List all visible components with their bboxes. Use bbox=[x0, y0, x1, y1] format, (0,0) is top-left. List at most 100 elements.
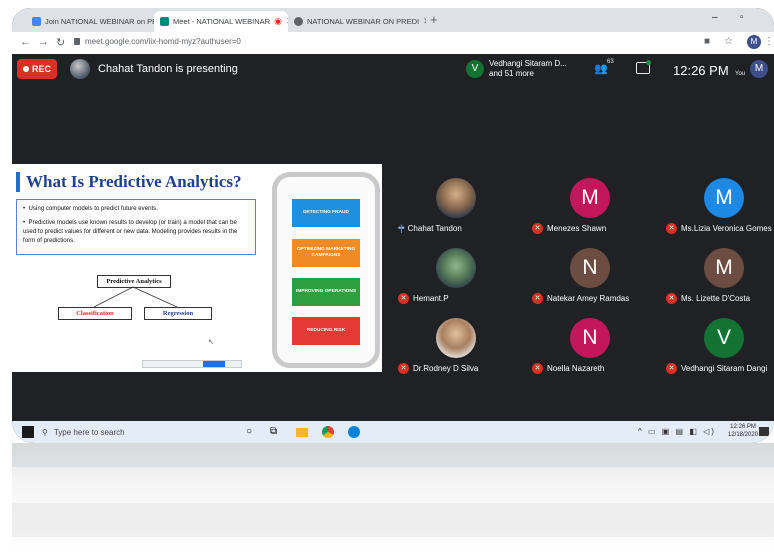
improving-operations-box: IMPROVING OPERATIONS bbox=[292, 278, 360, 306]
reflection-band bbox=[12, 503, 774, 537]
speaking-indicator-icon: •|• bbox=[398, 223, 405, 233]
rec-dot-icon bbox=[22, 66, 29, 72]
participants-text: Vedhangi Sitaram D... and 51 more bbox=[489, 59, 567, 78]
meet-top-bar: REC Chahat Tandon is presenting V Vedhan… bbox=[12, 54, 774, 84]
participant-label: ✕ Dr.Rodney D Silva bbox=[398, 363, 478, 374]
mic-muted-icon: ✕ bbox=[666, 363, 677, 374]
participant-tile[interactable]: ✕ Dr.Rodney D Silva bbox=[390, 308, 522, 376]
taskbar-clock[interactable]: 12:26 PM 12/18/2020 bbox=[728, 423, 758, 439]
back-arrow-icon[interactable]: ← bbox=[20, 36, 31, 48]
mic-muted-icon: ✕ bbox=[666, 293, 677, 304]
participant-label: ✕ Ms. Lizette D'Costa bbox=[666, 293, 750, 304]
participant-grid: •|• Chahat Tandon M ✕ Menezes Shawn M ✕ Ms.… bbox=[390, 168, 774, 378]
reload-icon[interactable]: ↻ bbox=[56, 36, 65, 49]
menu-dots-icon[interactable]: ⋮ bbox=[764, 36, 774, 47]
reflection-taskbar bbox=[12, 443, 774, 467]
participant-tile[interactable]: N ✕ Noella Nazareth bbox=[524, 308, 656, 376]
tab-label: NATIONAL WEBINAR ON PREDI bbox=[307, 17, 420, 26]
mic-muted-icon: ✕ bbox=[398, 293, 409, 304]
you-label: You bbox=[735, 71, 746, 77]
system-tray-icons[interactable]: ^ ▭ ▣ ▤ ◧ ◁) bbox=[638, 427, 716, 436]
participant-tile[interactable]: M ✕ Ms.Lizia Veronica Gomes bbox=[658, 168, 774, 236]
mic-muted-icon: ✕ bbox=[398, 363, 409, 374]
participants-summary[interactable]: V Vedhangi Sitaram D... and 51 more bbox=[466, 59, 567, 79]
participant-tile[interactable]: M ✕ Ms. Lizette D'Costa bbox=[658, 238, 774, 306]
participant-tile[interactable]: •|• Chahat Tandon bbox=[390, 168, 522, 236]
chrome-icon[interactable] bbox=[322, 426, 334, 438]
participant-label: ✕ Hemant.P bbox=[398, 293, 449, 304]
self-avatar[interactable]: M bbox=[750, 60, 768, 78]
recording-indicator-icon: ◉ bbox=[274, 16, 282, 26]
participant-photo bbox=[436, 248, 476, 288]
tab-meet[interactable]: Meet - NATIONAL WEBINAR ◉ ✕ bbox=[154, 11, 288, 32]
edge-icon[interactable] bbox=[348, 426, 360, 438]
participant-label: ✕ Ms.Lizia Veronica Gomes bbox=[666, 223, 772, 234]
task-view-icon[interactable]: ⧉ bbox=[270, 426, 282, 438]
participant-label: •|• Chahat Tandon bbox=[398, 223, 462, 233]
share-button-mini bbox=[203, 361, 225, 367]
participant-avatar: M bbox=[704, 178, 744, 218]
cortana-icon[interactable]: ○ bbox=[246, 426, 258, 438]
bookmark-star-icon[interactable]: ☆ bbox=[724, 36, 733, 47]
presentation-slide: What Is Predictive Analytics? • Using co… bbox=[12, 164, 382, 372]
use-cases-panel: DETECTING FRAUD OPTIMIZING MARKETING CAM… bbox=[272, 172, 380, 368]
participant-label: ✕ Noella Nazareth bbox=[532, 363, 604, 374]
windows-start-icon[interactable] bbox=[22, 426, 34, 438]
participant-avatar: M bbox=[704, 248, 744, 288]
reducing-risk-box: REDUCING RISK bbox=[292, 317, 360, 345]
tab-label: Join NATIONAL WEBINAR on PE bbox=[45, 17, 154, 26]
people-icon[interactable]: 👥 bbox=[594, 62, 608, 75]
globe-favicon-icon bbox=[294, 17, 303, 26]
maximize-icon[interactable]: ▫ bbox=[740, 12, 744, 23]
mic-muted-icon: ✕ bbox=[532, 223, 543, 234]
notification-icon[interactable] bbox=[759, 427, 769, 436]
participant-label: ✕ Menezes Shawn bbox=[532, 223, 606, 234]
participant-avatar: V bbox=[704, 318, 744, 358]
forward-arrow-icon[interactable]: → bbox=[38, 36, 49, 48]
minimize-icon[interactable]: – bbox=[712, 12, 718, 23]
new-tab-plus-icon[interactable]: + bbox=[430, 12, 438, 27]
tab-join-webinar[interactable]: Join NATIONAL WEBINAR on PE ✕ bbox=[26, 11, 154, 32]
rec-label: REC bbox=[31, 64, 51, 74]
chat-notification-dot bbox=[646, 60, 651, 65]
participant-photo bbox=[436, 178, 476, 218]
mic-muted-icon: ✕ bbox=[532, 363, 543, 374]
participant-tile[interactable]: M ✕ Menezes Shawn bbox=[524, 168, 656, 236]
participant-tile[interactable]: ✕ Hemant.P bbox=[390, 238, 522, 306]
url-text: meet.google.com/iix-homd-myz?authuser=0 bbox=[85, 37, 241, 46]
search-placeholder: Type here to search bbox=[53, 427, 125, 437]
participant-tile[interactable]: N ✕ Natekar Amey Ramdas bbox=[524, 238, 656, 306]
taskbar-search[interactable]: ⚲ Type here to search bbox=[42, 424, 232, 440]
participant-label: ✕ Natekar Amey Ramdas bbox=[532, 293, 629, 304]
recording-badge: REC bbox=[17, 59, 57, 79]
mic-muted-icon: ✕ bbox=[532, 293, 543, 304]
mic-muted-icon: ✕ bbox=[666, 223, 677, 234]
tab-label: Meet - NATIONAL WEBINAR bbox=[173, 17, 271, 26]
meet-favicon-icon bbox=[160, 17, 169, 26]
camera-indicator-icon[interactable]: ■ bbox=[704, 36, 710, 47]
profile-avatar[interactable]: M bbox=[747, 35, 761, 49]
tree-root-node: Predictive Analytics bbox=[97, 275, 171, 288]
participant-avatar: N bbox=[570, 318, 610, 358]
tree-regression-node: Regression bbox=[144, 307, 212, 320]
participant-avatar: V bbox=[466, 60, 484, 78]
lock-icon bbox=[74, 38, 80, 45]
file-explorer-icon[interactable] bbox=[296, 428, 308, 437]
participant-avatar: N bbox=[570, 248, 610, 288]
participant-tile[interactable]: V ✕ Vedhangi Sitaram Dangi bbox=[658, 308, 774, 376]
participant-label: ✕ Vedhangi Sitaram Dangi bbox=[666, 363, 767, 374]
people-count: 63 bbox=[607, 59, 614, 65]
tree-classification-node: Classification bbox=[58, 307, 132, 320]
windows-taskbar: ⚲ Type here to search ○ ⧉ ^ ▭ ▣ ▤ ◧ ◁) 12… bbox=[12, 421, 774, 443]
url-field[interactable]: meet.google.com/iix-homd-myz?authuser=0 bbox=[74, 37, 241, 46]
tab-national-webinar[interactable]: NATIONAL WEBINAR ON PREDI ✕ bbox=[288, 11, 426, 32]
address-bar: ← → ↻ meet.google.com/iix-homd-myz?authu… bbox=[12, 32, 774, 55]
close-tab-icon[interactable]: ✕ bbox=[423, 16, 426, 27]
mouse-cursor-icon: ↖ bbox=[208, 339, 214, 346]
detecting-fraud-box: DETECTING FRAUD bbox=[292, 199, 360, 227]
meet-clock: 12:26 PM bbox=[673, 63, 729, 78]
marketing-campaigns-box: OPTIMIZING MARKETING CAMPAIGNS bbox=[292, 239, 360, 267]
screen-reflection bbox=[12, 443, 774, 553]
webinar-favicon-icon bbox=[32, 17, 41, 26]
presenter-avatar bbox=[70, 59, 90, 79]
